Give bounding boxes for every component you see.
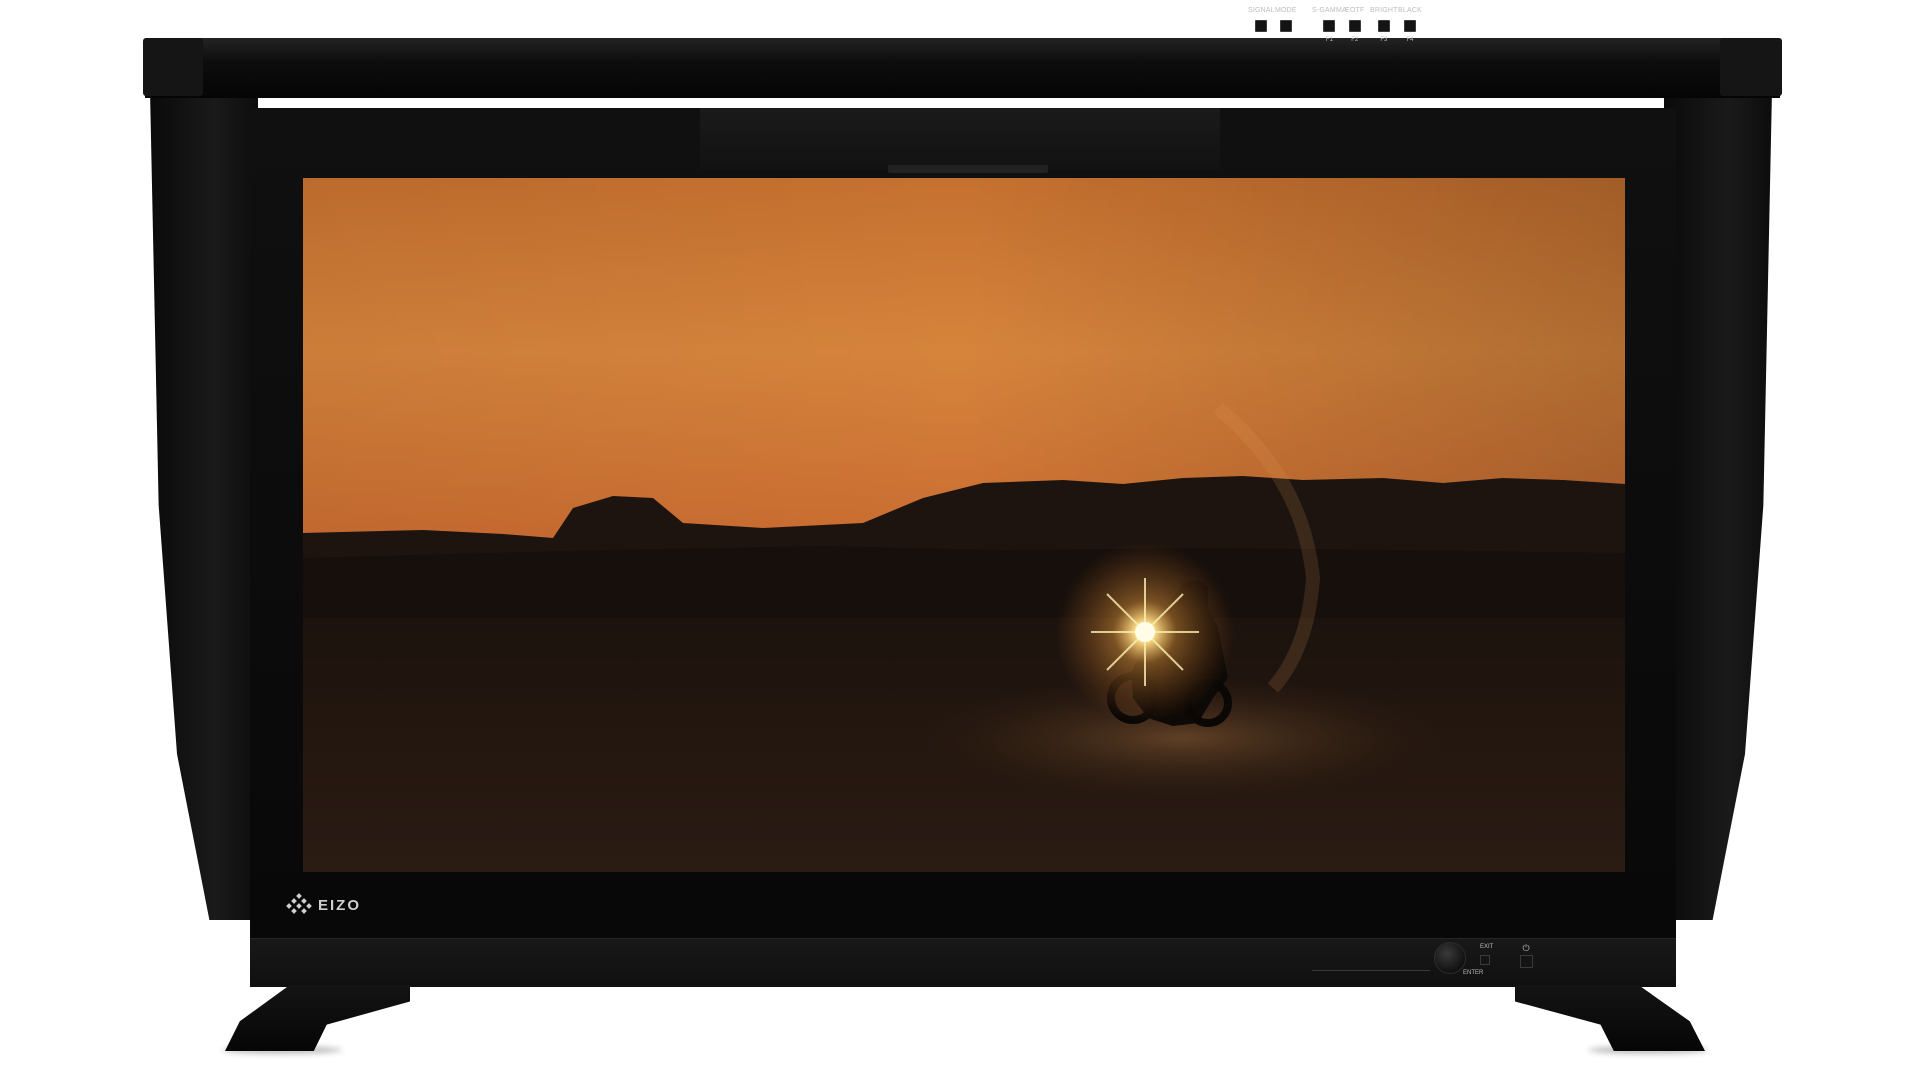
f2-label: F2 xyxy=(1351,37,1359,43)
s-gamma-button[interactable] xyxy=(1323,20,1336,32)
mode-label: MODE xyxy=(1275,7,1297,14)
brand-logo: EIZO xyxy=(286,891,361,919)
black-button[interactable] xyxy=(1403,20,1416,32)
shading-hood-left xyxy=(150,90,258,920)
calibration-sensor-housing xyxy=(700,108,1220,170)
eotf-label: EOTF xyxy=(1345,7,1365,14)
f3-label: F3 xyxy=(1380,37,1388,43)
mode-button[interactable] xyxy=(1279,20,1292,32)
monitor: EIZO SIGNAL MODE S-GAMMA F1 EOTF F2 BRIG… xyxy=(0,0,1920,1080)
bright-label: BRIGHT xyxy=(1370,7,1398,14)
bright-button-group: BRIGHT F3 xyxy=(1370,0,1398,43)
signal-label: SIGNAL xyxy=(1248,7,1275,14)
mode-button-group: MODE xyxy=(1275,0,1297,32)
enter-label: ENTER xyxy=(1463,970,1484,976)
power-icon: ⏻ xyxy=(1522,943,1530,953)
black-button-group: BLACK F4 xyxy=(1398,0,1422,43)
shading-hood-right xyxy=(1664,90,1772,920)
stand-foot-left xyxy=(225,985,410,1051)
f4-label: F4 xyxy=(1406,37,1414,43)
control-dial[interactable] xyxy=(1434,942,1466,974)
display-screen xyxy=(303,178,1625,872)
f1-label: F1 xyxy=(1325,37,1333,43)
s-gamma-label: S-GAMMA xyxy=(1312,7,1347,14)
shading-hood-corner-right xyxy=(1720,38,1782,96)
exit-button[interactable] xyxy=(1480,955,1490,965)
shading-hood-corner-left xyxy=(143,38,203,96)
eotf-button-group: EOTF F2 xyxy=(1345,0,1364,43)
eotf-button[interactable] xyxy=(1348,20,1361,32)
shading-hood-top xyxy=(145,38,1780,98)
power-button[interactable] xyxy=(1520,955,1533,968)
function-key-divider xyxy=(1312,970,1430,971)
stand-foot-right xyxy=(1515,985,1705,1051)
screen-image xyxy=(303,178,1625,872)
eizo-diamond-logo-icon xyxy=(286,893,312,914)
s-gamma-button-group: S-GAMMA F1 xyxy=(1312,0,1347,43)
black-label: BLACK xyxy=(1398,7,1422,14)
calibration-sensor xyxy=(888,165,1048,173)
logo-text: EIZO xyxy=(318,896,362,914)
exit-label: EXIT xyxy=(1480,944,1494,950)
signal-button[interactable] xyxy=(1255,20,1268,32)
bright-button[interactable] xyxy=(1377,20,1390,32)
signal-button-group: SIGNAL xyxy=(1248,0,1275,32)
